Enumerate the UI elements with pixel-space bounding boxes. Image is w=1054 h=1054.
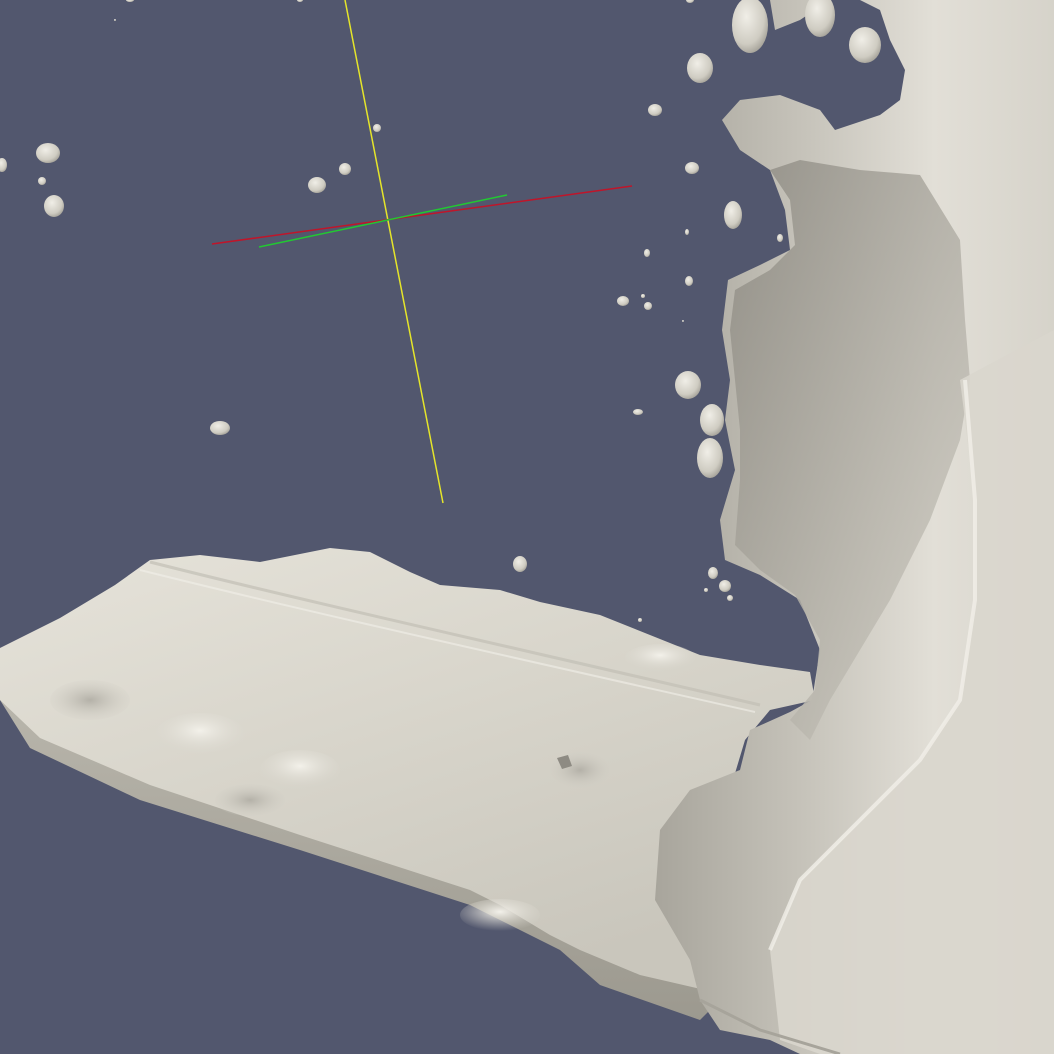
droplet <box>648 104 662 116</box>
droplet <box>339 163 351 175</box>
fluid-wall-splash <box>655 0 1054 1054</box>
droplet <box>617 296 629 306</box>
scene-3d-render[interactable] <box>0 0 1054 1054</box>
floor-dent <box>215 784 285 816</box>
droplet <box>126 0 134 2</box>
spray-droplets <box>0 0 783 622</box>
floor-dent <box>50 680 130 720</box>
z-axis-line <box>344 0 444 504</box>
splash-blob <box>849 27 881 63</box>
droplet <box>685 276 693 286</box>
droplet <box>210 421 230 435</box>
splash-blob <box>697 438 723 478</box>
droplet <box>38 177 46 185</box>
droplet <box>114 19 116 21</box>
splash-blob <box>805 0 835 37</box>
droplet <box>36 143 60 163</box>
droplet <box>777 234 783 242</box>
droplet <box>297 0 303 2</box>
droplet <box>685 162 699 174</box>
droplet <box>644 302 652 310</box>
droplet <box>513 556 527 572</box>
droplet <box>686 0 694 3</box>
droplet <box>644 249 650 257</box>
x-axis-line <box>211 185 633 245</box>
floor-bump <box>260 750 340 790</box>
splash-blob <box>687 53 713 83</box>
floor-bump <box>155 713 245 757</box>
droplet <box>708 567 718 579</box>
droplet <box>685 229 689 235</box>
floor-dent <box>550 752 610 788</box>
floor-bump <box>625 644 695 672</box>
droplet <box>641 294 645 298</box>
droplet <box>633 409 643 415</box>
droplet <box>373 124 381 132</box>
axes-widget <box>211 0 633 504</box>
droplet <box>0 158 7 172</box>
splash-blob <box>700 404 724 436</box>
droplet <box>724 201 742 229</box>
droplet <box>308 177 326 193</box>
floor-bump <box>460 899 540 931</box>
droplet <box>704 588 708 592</box>
y-axis-line <box>258 194 508 248</box>
droplet <box>727 595 733 601</box>
droplet <box>682 320 684 322</box>
droplet <box>719 580 731 592</box>
droplet <box>638 618 642 622</box>
droplet <box>44 195 64 217</box>
splash-blob <box>675 371 701 399</box>
render-viewport[interactable] <box>0 0 1054 1054</box>
splash-blob <box>732 0 768 53</box>
